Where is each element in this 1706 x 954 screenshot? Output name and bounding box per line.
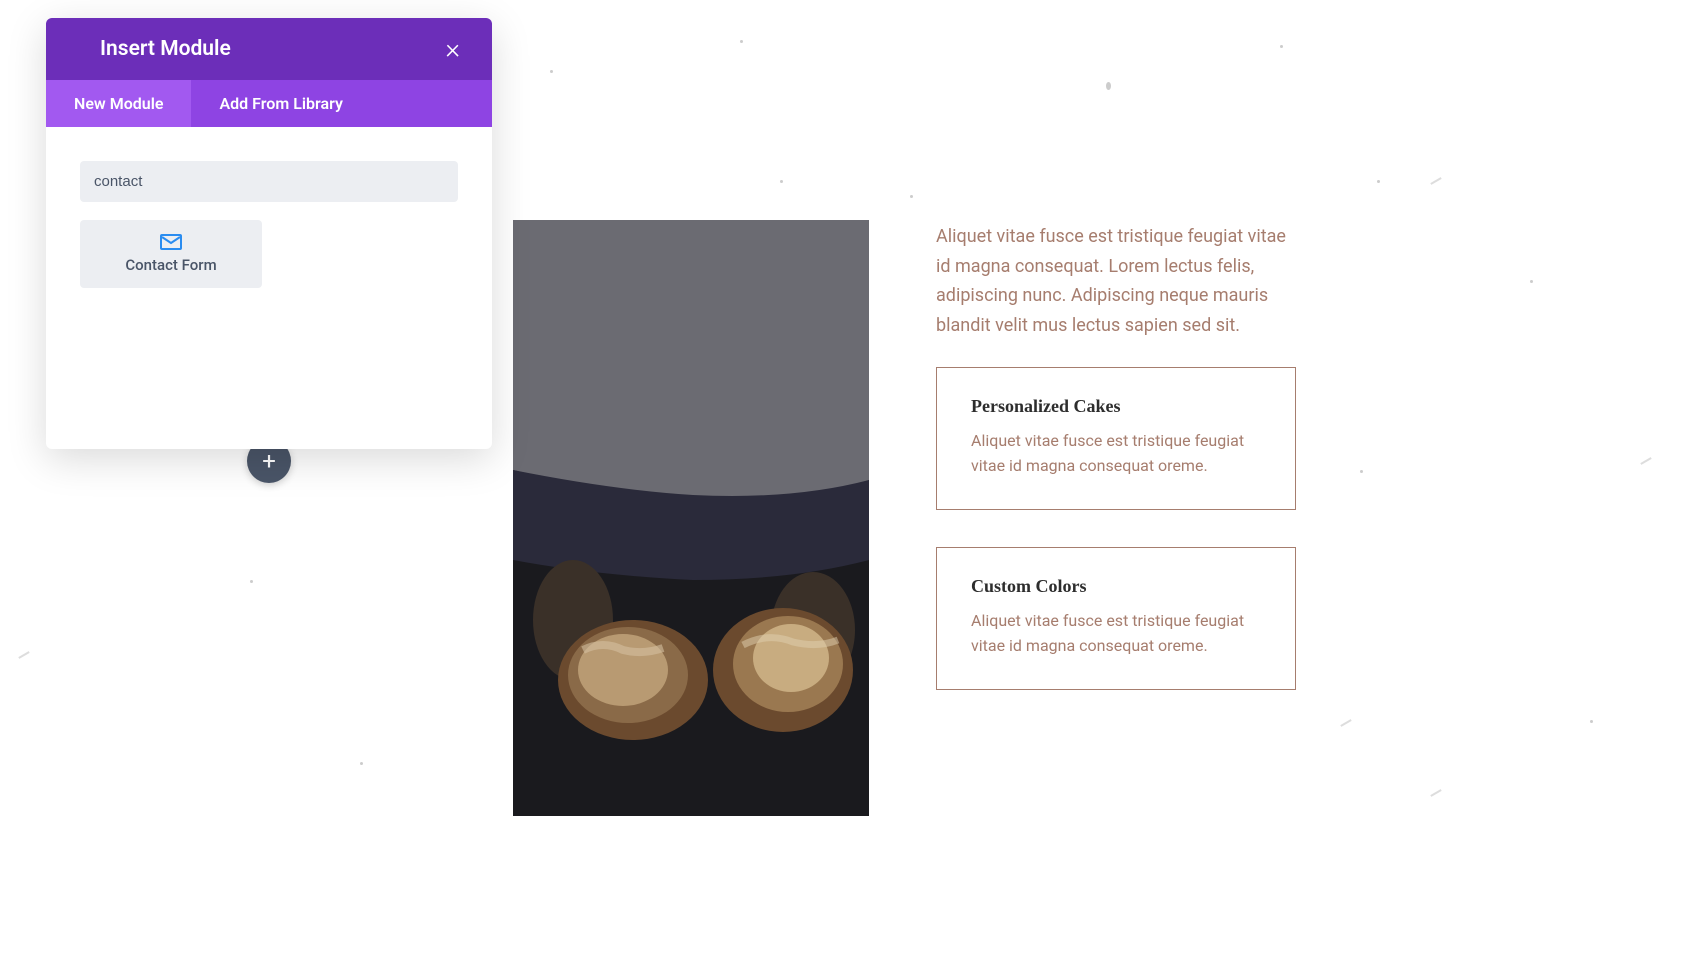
feature-card-personalized-cakes: Personalized Cakes Aliquet vitae fusce e… — [936, 367, 1296, 510]
card-text: Aliquet vitae fusce est tristique feugia… — [971, 429, 1261, 479]
modal-header: Insert Module × — [46, 18, 492, 80]
tab-add-from-library[interactable]: Add From Library — [191, 80, 370, 127]
card-text: Aliquet vitae fusce est tristique feugia… — [971, 609, 1261, 659]
content-image — [513, 220, 869, 816]
module-label: Contact Form — [90, 256, 252, 274]
module-grid: Contact Form — [80, 220, 458, 288]
module-search-input[interactable] — [80, 161, 458, 202]
envelope-icon — [90, 234, 252, 250]
insert-module-modal: Insert Module × New Module Add From Libr… — [46, 18, 492, 449]
plus-icon: + — [262, 447, 276, 475]
modal-body: Contact Form — [46, 127, 492, 449]
card-title: Custom Colors — [971, 576, 1261, 597]
card-title: Personalized Cakes — [971, 396, 1261, 417]
intro-text: Aliquet vitae fusce est tristique feugia… — [936, 222, 1296, 341]
feature-card-custom-colors: Custom Colors Aliquet vitae fusce est tr… — [936, 547, 1296, 690]
module-contact-form[interactable]: Contact Form — [80, 220, 262, 288]
modal-tabs: New Module Add From Library — [46, 80, 492, 127]
modal-title: Insert Module — [100, 37, 231, 61]
close-icon[interactable]: × — [437, 31, 468, 67]
tab-new-module[interactable]: New Module — [46, 80, 191, 127]
